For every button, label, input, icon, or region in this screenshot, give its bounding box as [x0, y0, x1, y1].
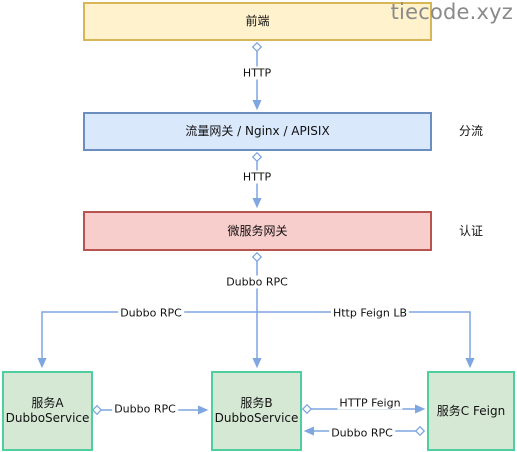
edge-label-traffic-to-gateway: HTTP	[240, 170, 274, 184]
micro-gateway-label: 微服务网关	[227, 223, 288, 238]
diamond-start-marker	[251, 151, 263, 163]
edge-label-gateway-to-service-a: Dubbo RPC	[118, 306, 184, 320]
service-c-box[interactable]: 服务C Feign	[427, 371, 515, 451]
edge-label-frontend-to-traffic: HTTP	[240, 66, 274, 80]
architecture-diagram: 前端 流量网关 / Nginx / APISIX 微服务网关 服务A Dubbo…	[0, 0, 517, 452]
edge-gateway-to-service-c	[257, 311, 470, 366]
edge-label-gateway-to-service-c: Http Feign LB	[330, 306, 410, 320]
edge-label-service-b-to-service-c: HTTP Feign	[337, 396, 403, 410]
watermark-text: tiecode.xyz	[390, 0, 513, 24]
side-label-traffic: 分流	[459, 124, 484, 138]
diamond-start-marker	[251, 41, 263, 53]
edge-label-service-c-to-service-b: Dubbo RPC	[329, 426, 395, 440]
edge-gateway-to-service-a	[42, 311, 257, 366]
side-label-gateway: 认证	[459, 224, 484, 238]
edge-label-service-a-to-service-b: Dubbo RPC	[112, 402, 178, 416]
diamond-start-marker	[301, 403, 313, 415]
service-a-type: DubboService	[5, 411, 90, 425]
frontend-box[interactable]: 前端	[83, 2, 432, 41]
service-b-name: 服务B	[240, 396, 273, 410]
edge-label-gateway-to-service-b: Dubbo RPC	[224, 275, 290, 289]
traffic-gateway-label: 流量网关 / Nginx / APISIX	[185, 124, 330, 138]
traffic-gateway-box[interactable]: 流量网关 / Nginx / APISIX	[83, 112, 432, 151]
frontend-label: 前端	[245, 14, 270, 28]
diamond-start-marker	[251, 251, 263, 263]
service-b-type: DubboService	[214, 411, 299, 425]
service-c-label: 服务C Feign	[436, 403, 506, 418]
diamond-start-marker	[414, 425, 426, 437]
service-a-name: 服务A	[31, 396, 64, 410]
diamond-start-marker	[91, 404, 103, 416]
service-b-box[interactable]: 服务B DubboService	[211, 371, 302, 451]
micro-gateway-box[interactable]: 微服务网关	[83, 211, 432, 251]
service-a-box[interactable]: 服务A DubboService	[2, 371, 93, 451]
